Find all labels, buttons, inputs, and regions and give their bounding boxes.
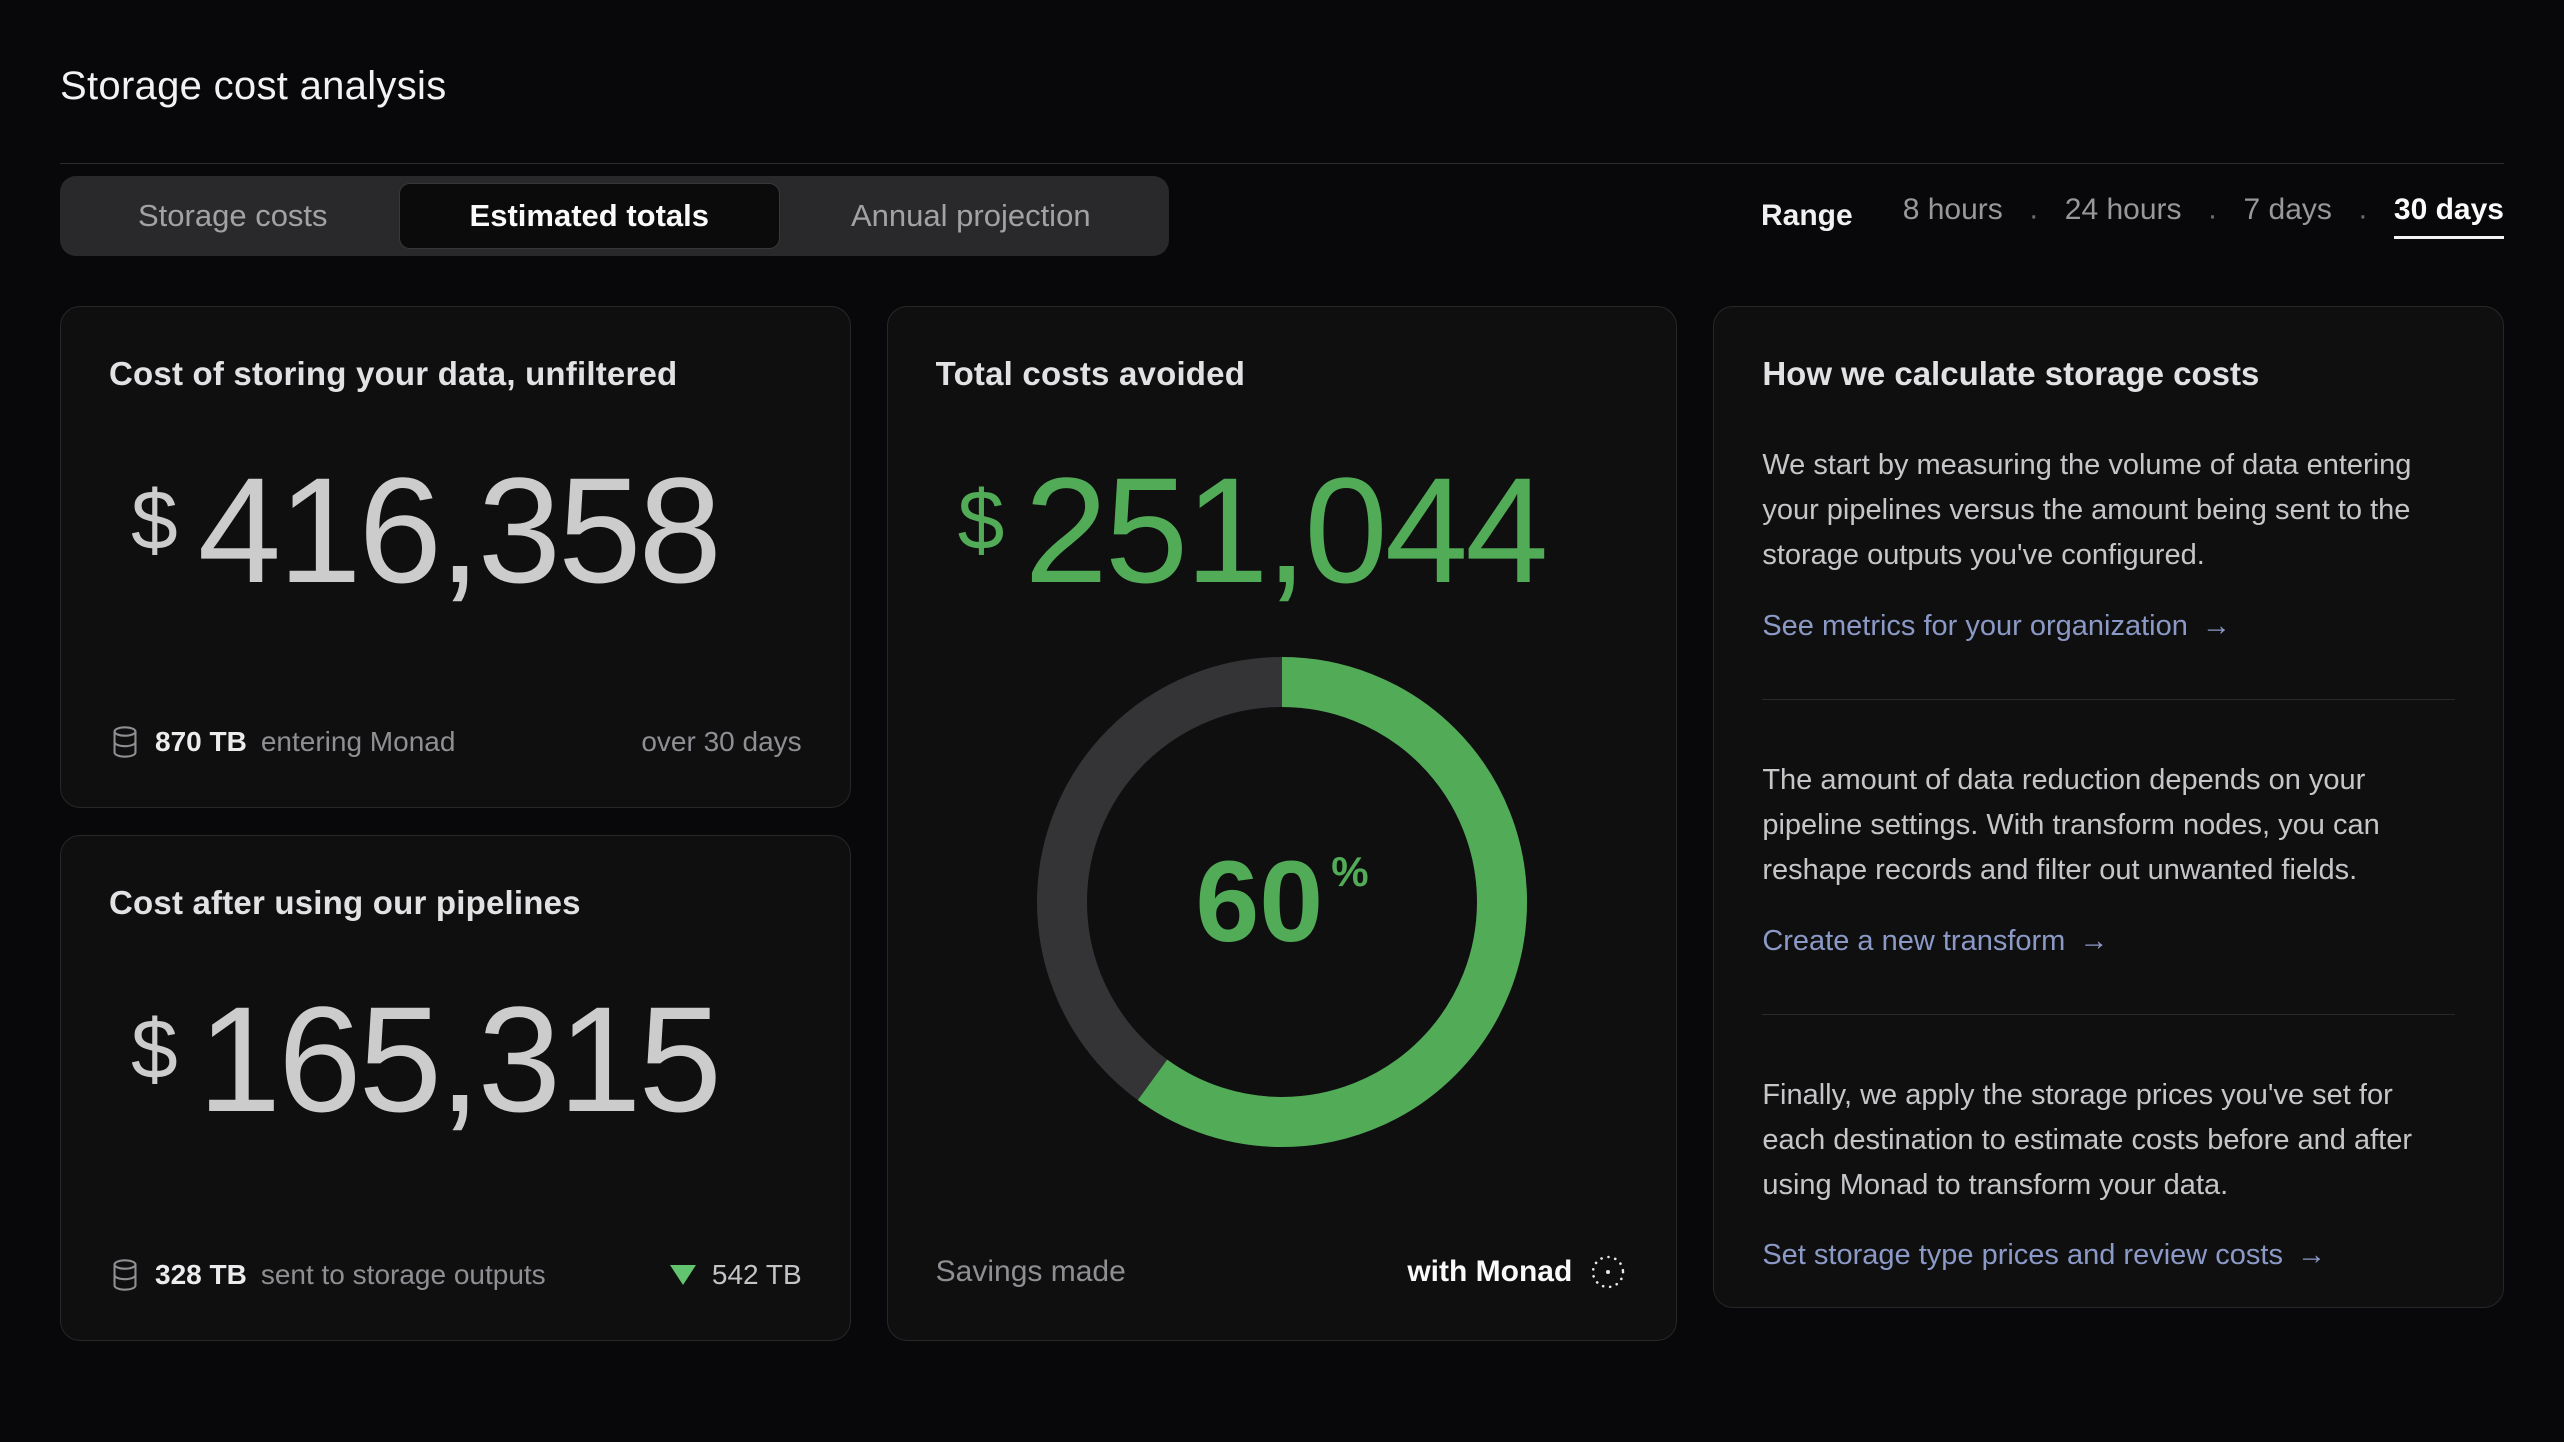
savings-percent: 60 — [1195, 845, 1323, 960]
range-option-8-hours[interactable]: 8 hours — [1903, 193, 2003, 239]
tab-estimated-totals[interactable]: Estimated totals — [399, 183, 780, 249]
range-separator: · — [2029, 199, 2039, 233]
header-divider — [60, 163, 2504, 164]
range-separator: · — [2208, 199, 2218, 233]
range-option-30-days[interactable]: 30 days — [2394, 193, 2504, 239]
view-tabs: Storage costs Estimated totals Annual pr… — [60, 176, 1169, 256]
info-paragraph-reduction: The amount of data reduction depends on … — [1762, 758, 2455, 893]
section-divider — [1762, 699, 2455, 700]
arrow-right-icon: → — [2079, 925, 2108, 958]
page-title: Storage cost analysis — [60, 64, 2504, 109]
link-text: Set storage type prices and review costs — [1762, 1239, 2283, 1272]
donut-center-label: 60 % — [1037, 657, 1527, 1147]
create-transform-link[interactable]: Create a new transform → — [1762, 925, 2108, 958]
cost-pipelines-value: 165,315 — [198, 984, 719, 1134]
link-text: Create a new transform — [1762, 925, 2065, 958]
ingest-volume: 870 TB — [155, 726, 247, 758]
info-paragraph-measure: We start by measuring the volume of data… — [1762, 443, 2455, 578]
card-cost-unfiltered: Cost of storing your data, unfiltered $ … — [60, 306, 851, 808]
card-footer: 870 TB entering Monad over 30 days — [109, 725, 802, 759]
output-volume-desc: sent to storage outputs — [261, 1259, 546, 1291]
database-icon — [109, 725, 141, 759]
link-text: See metrics for your organization — [1762, 610, 2188, 643]
reduction-volume: 542 TB — [712, 1259, 802, 1291]
cost-pipelines-number: $ 165,315 — [131, 984, 802, 1134]
costs-avoided-value: 251,044 — [1024, 455, 1545, 605]
currency-sign: $ — [958, 478, 1005, 562]
cost-unfiltered-number: $ 416,358 — [131, 455, 802, 605]
percent-sign: % — [1331, 848, 1368, 896]
set-storage-prices-link[interactable]: Set storage type prices and review costs… — [1762, 1239, 2326, 1272]
currency-sign: $ — [131, 478, 178, 562]
card-how-we-calculate: How we calculate storage costs We start … — [1713, 306, 2504, 1308]
card-title: Cost after using our pipelines — [109, 884, 802, 922]
arrow-right-icon: → — [2297, 1239, 2326, 1272]
range-separator: · — [2358, 199, 2368, 233]
cards-grid: Cost of storing your data, unfiltered $ … — [60, 306, 2504, 1341]
toolbar: Storage costs Estimated totals Annual pr… — [60, 176, 2504, 256]
card-title: Cost of storing your data, unfiltered — [109, 355, 802, 393]
with-monad-group: with Monad — [1407, 1252, 1628, 1292]
tab-storage-costs[interactable]: Storage costs — [67, 183, 399, 249]
info-paragraph-prices: Finally, we apply the storage prices you… — [1762, 1073, 2455, 1208]
dotted-circle-icon — [1588, 1252, 1628, 1292]
see-metrics-link[interactable]: See metrics for your organization → — [1762, 610, 2231, 643]
output-volume: 328 TB — [155, 1259, 247, 1291]
range-option-24-hours[interactable]: 24 hours — [2065, 193, 2182, 239]
database-icon — [109, 1258, 141, 1292]
savings-donut-chart: 60 % — [1037, 657, 1527, 1147]
card-cost-pipelines: Cost after using our pipelines $ 165,315… — [60, 835, 851, 1341]
period-label: over 30 days — [641, 726, 801, 758]
range-selector: Range 8 hours · 24 hours · 7 days · 30 d… — [1761, 193, 2504, 239]
with-monad-label: with Monad — [1407, 1255, 1572, 1289]
card-title: Total costs avoided — [936, 355, 1629, 393]
tab-annual-projection[interactable]: Annual projection — [780, 183, 1162, 249]
range-label: Range — [1761, 199, 1853, 233]
left-column: Cost of storing your data, unfiltered $ … — [60, 306, 851, 1341]
costs-avoided-number: $ 251,044 — [958, 455, 1629, 605]
cost-unfiltered-value: 416,358 — [198, 455, 719, 605]
info-title: How we calculate storage costs — [1762, 355, 2455, 393]
card-footer: 328 TB sent to storage outputs 542 TB — [109, 1258, 802, 1292]
arrow-right-icon: → — [2202, 610, 2231, 643]
range-option-7-days[interactable]: 7 days — [2244, 193, 2332, 239]
savings-made-label: Savings made — [936, 1255, 1126, 1289]
storage-cost-analysis-page: Storage cost analysis Storage costs Esti… — [0, 64, 2564, 1442]
ingest-volume-desc: entering Monad — [261, 726, 456, 758]
currency-sign: $ — [131, 1007, 178, 1091]
triangle-down-icon — [670, 1265, 696, 1285]
section-divider — [1762, 1014, 2455, 1015]
reduction-indicator: 542 TB — [670, 1259, 802, 1291]
card-footer: Savings made with Monad — [936, 1252, 1629, 1292]
card-costs-avoided: Total costs avoided $ 251,044 60 % Savin… — [887, 306, 1678, 1341]
